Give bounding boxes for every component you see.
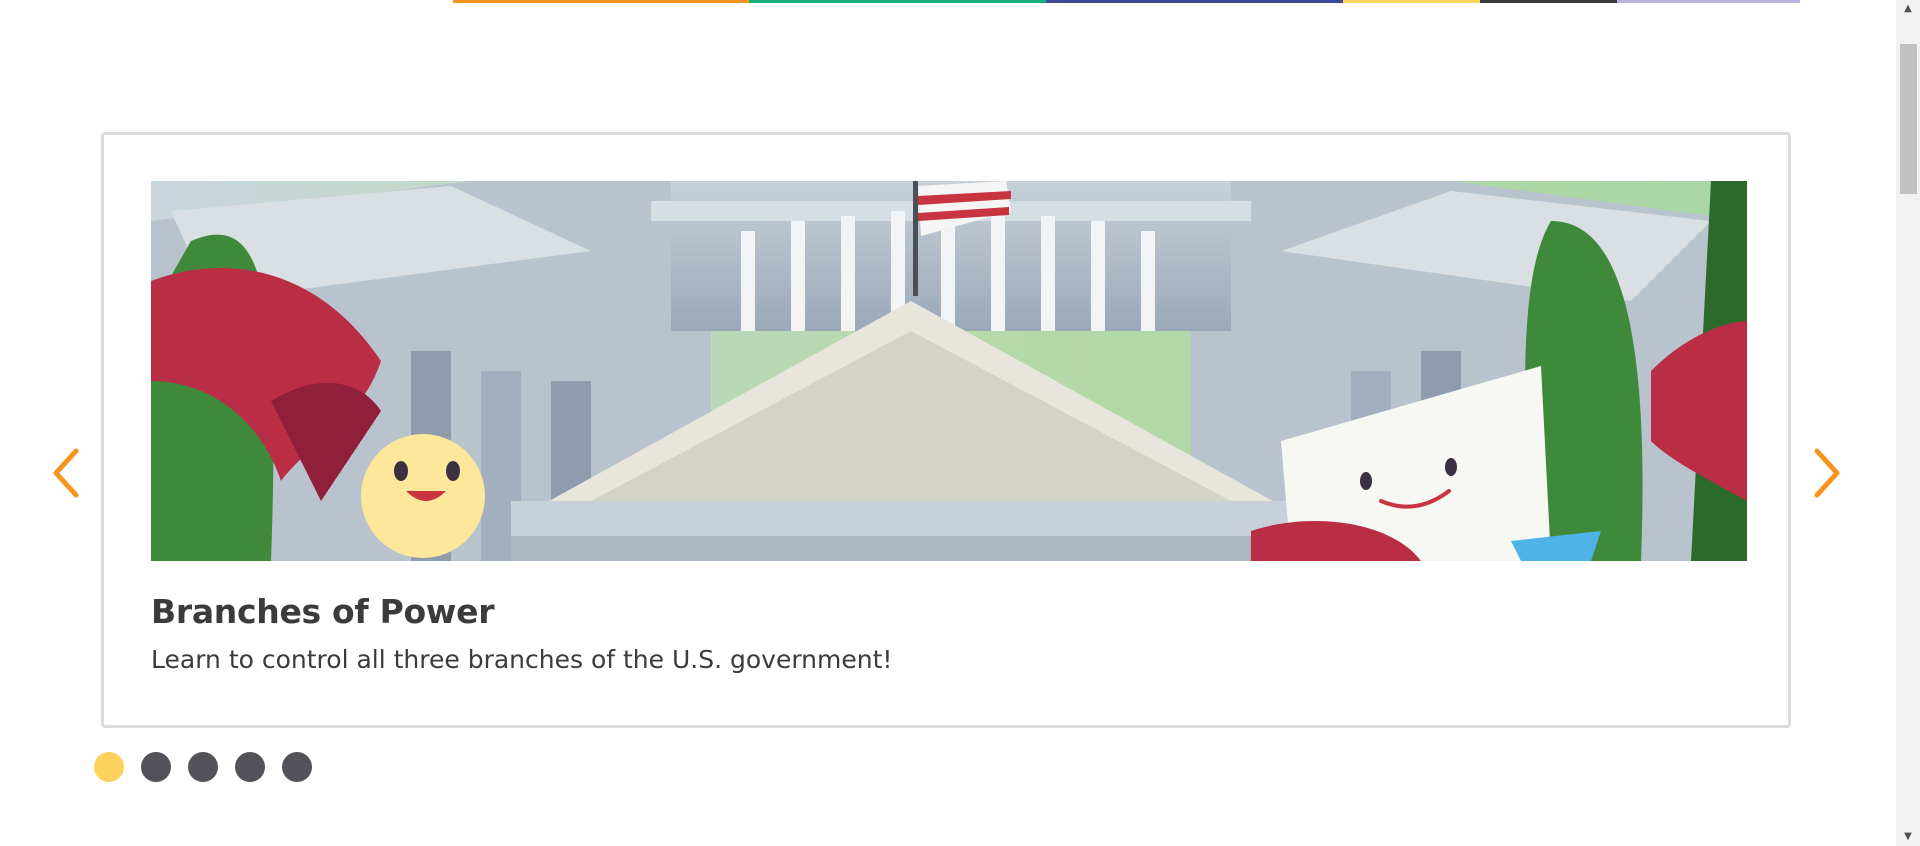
- chevron-right-icon: [1814, 448, 1840, 498]
- stripe-orange: [453, 0, 749, 3]
- stripe-lavender: [1617, 0, 1800, 3]
- page-scrollbar[interactable]: ▲ ▼: [1896, 0, 1920, 846]
- carousel-slide-card[interactable]: Branches of Power Learn to control all t…: [101, 132, 1791, 728]
- carousel-dot-5[interactable]: [282, 752, 312, 782]
- capitol-building-illustration: [151, 181, 1747, 561]
- carousel-next-button[interactable]: [1805, 443, 1849, 503]
- scroll-up-arrow-icon[interactable]: ▲: [1896, 0, 1920, 18]
- stripe-navy: [1046, 0, 1343, 3]
- scrollbar-thumb[interactable]: [1900, 44, 1917, 194]
- stripe-yellow: [1343, 0, 1480, 3]
- carousel-dot-1[interactable]: [94, 752, 124, 782]
- top-color-stripe: [453, 0, 1800, 3]
- slide-description: Learn to control all three branches of t…: [151, 645, 893, 674]
- carousel-dot-4[interactable]: [235, 752, 265, 782]
- slide-image: [151, 181, 1747, 561]
- carousel-dot-3[interactable]: [188, 752, 218, 782]
- stripe-green: [749, 0, 1046, 3]
- carousel-pagination: [94, 752, 312, 782]
- scroll-down-arrow-icon[interactable]: ▼: [1896, 828, 1920, 846]
- chevron-left-icon: [53, 448, 79, 498]
- carousel-prev-button[interactable]: [44, 443, 88, 503]
- carousel-dot-2[interactable]: [141, 752, 171, 782]
- stripe-dark: [1480, 0, 1617, 3]
- slide-title: Branches of Power: [151, 592, 495, 631]
